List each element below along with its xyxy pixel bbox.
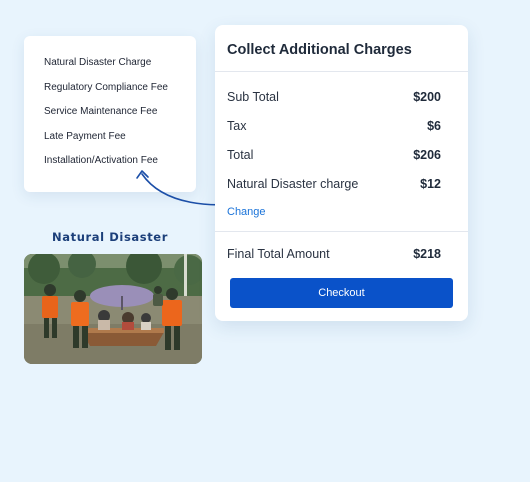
checkout-button[interactable]: Checkout (230, 278, 453, 308)
tax-label: Tax (227, 119, 247, 133)
natural-disaster-charge-amount: $12 (420, 177, 441, 191)
tax-row: Tax $6 (227, 117, 441, 135)
natural-disaster-charge-row: Natural Disaster charge $12 (227, 175, 441, 193)
final-total-row: Final Total Amount $218 (227, 245, 441, 263)
photo-caption: Natural Disaster (52, 230, 168, 244)
total-row: Total $206 (227, 146, 441, 164)
subtotal-amount: $200 (413, 90, 441, 104)
final-total-amount: $218 (413, 247, 441, 261)
option-natural-disaster-charge[interactable]: Natural Disaster Charge (44, 57, 196, 70)
total-amount: $206 (413, 148, 441, 162)
change-link[interactable]: Change (227, 206, 266, 218)
final-total-label: Final Total Amount (227, 247, 330, 261)
tax-amount: $6 (427, 119, 441, 133)
title-divider (215, 71, 468, 72)
flood-rescue-photo (24, 254, 202, 364)
total-label: Total (227, 148, 254, 162)
panel-title: Collect Additional Charges (227, 42, 412, 58)
subtotal-label: Sub Total (227, 90, 279, 104)
additional-charges-panel: Collect Additional Charges Sub Total $20… (215, 25, 468, 321)
summary-divider (215, 231, 468, 232)
natural-disaster-charge-label: Natural Disaster charge (227, 177, 359, 191)
option-late-payment-fee[interactable]: Late Payment Fee (44, 131, 196, 144)
option-service-maintenance-fee[interactable]: Service Maintenance Fee (44, 106, 196, 119)
option-regulatory-compliance-fee[interactable]: Regulatory Compliance Fee (44, 82, 196, 95)
subtotal-row: Sub Total $200 (227, 88, 441, 106)
charge-options-list: Natural Disaster Charge Regulatory Compl… (44, 57, 196, 168)
